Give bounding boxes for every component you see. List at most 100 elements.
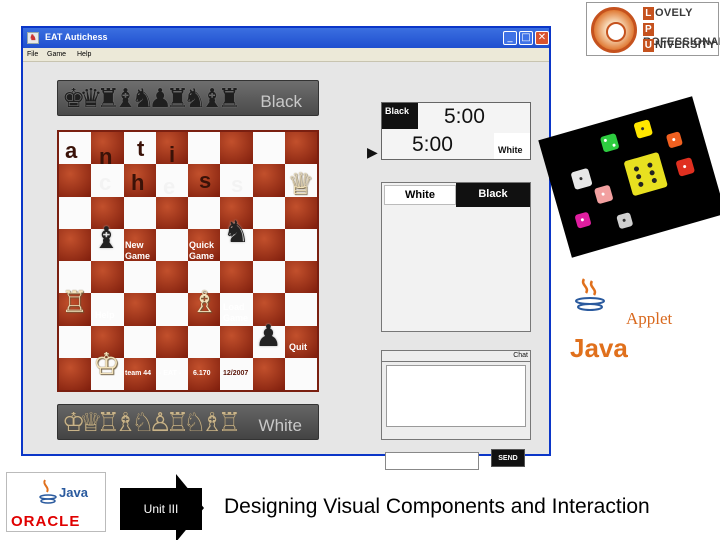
turn-arrow-icon: ▶ [367, 144, 378, 160]
board-square[interactable] [59, 164, 92, 197]
die-icon [593, 184, 614, 205]
applet-text: Applet [626, 309, 673, 328]
oracle-text: ORACLE [11, 513, 81, 530]
white-queen-piece[interactable]: ♕ [287, 170, 314, 200]
new-game-button[interactable]: New Game [125, 240, 157, 262]
title-letter-s1: s [199, 168, 212, 193]
move-list-panel[interactable]: White Black [381, 182, 531, 332]
board-square[interactable] [220, 325, 253, 358]
board-square[interactable] [59, 357, 92, 390]
board-square[interactable] [284, 261, 317, 294]
board-square[interactable] [252, 196, 285, 229]
black-bishop-piece[interactable]: ♝ [93, 224, 120, 254]
board-square[interactable] [252, 132, 285, 165]
board-square[interactable] [91, 261, 124, 294]
board-square[interactable] [123, 196, 156, 229]
chat-panel: Chat [381, 350, 531, 440]
board-square[interactable] [155, 196, 188, 229]
credit-eat: - EAT - [159, 370, 182, 377]
black-knight-piece[interactable]: ♞ [223, 218, 250, 248]
menu-file[interactable]: File [27, 51, 38, 58]
board-square[interactable] [155, 325, 188, 358]
send-button[interactable]: SEND [491, 449, 525, 467]
die-icon [675, 157, 696, 177]
java-small-text: Java [59, 485, 88, 500]
lpu-row-3: U NIVERSITY [643, 39, 716, 52]
black-captured-pieces: ♚♛♜♝♞♟♜♞♝♜ [62, 84, 241, 114]
move-list-white-header: White [384, 185, 456, 205]
die-icon [574, 211, 592, 229]
credit-team: team 44 [125, 370, 152, 377]
move-list-header: White Black [382, 183, 530, 207]
black-time: 5:00 [444, 105, 485, 128]
title-letter-n: n [99, 144, 113, 169]
board-square[interactable] [123, 293, 156, 326]
app-window: ♞ EAT Autichess _ □ ✕ File Game Help ♚♛♜… [21, 26, 551, 470]
board-square[interactable] [59, 196, 92, 229]
board-square[interactable] [252, 261, 285, 294]
board-square[interactable] [155, 293, 188, 326]
move-list-black-header: Black [456, 183, 530, 207]
java-oracle-logo: Java ORACLE [6, 472, 106, 532]
black-pawn-piece[interactable]: ♟ [255, 322, 282, 352]
menu-help[interactable]: Help [77, 51, 91, 58]
slide-title: Designing Visual Components and Interact… [224, 495, 650, 518]
menu-game[interactable]: Game [47, 51, 66, 58]
board-square[interactable] [188, 132, 221, 165]
black-player-bar: ♚♛♜♝♞♟♜♞♝♜ Black [57, 80, 319, 116]
window-title: EAT Autichess [45, 32, 108, 42]
menu-bar: File Game Help [23, 48, 549, 62]
lpu-row-1: L OVELY [643, 7, 693, 20]
white-player-label: White [258, 416, 302, 435]
quit-button[interactable]: Quit [289, 342, 307, 353]
board-square[interactable] [220, 132, 253, 165]
maximize-button[interactable]: □ [519, 31, 533, 45]
quick-game-button[interactable]: Quick Game [189, 240, 223, 262]
board-square[interactable] [220, 261, 253, 294]
board-square[interactable] [123, 261, 156, 294]
credit-course: 6.170 [193, 370, 211, 377]
die-icon [665, 131, 684, 149]
white-player-bar: ♔♕♖♗♘♙♖♘♗♖ White [57, 404, 319, 440]
board-square[interactable] [188, 325, 221, 358]
board-square[interactable] [252, 164, 285, 197]
game-area: ♚♛♜♝♞♟♜♞♝♜ Black a n t i c h e s s ♕ ♝ ♞… [23, 62, 549, 470]
board-square[interactable] [59, 325, 92, 358]
close-button[interactable]: ✕ [535, 31, 549, 45]
board-square[interactable] [155, 228, 188, 261]
clock-black-tag: Black [382, 103, 418, 129]
white-bishop-piece[interactable]: ♗ [191, 288, 218, 318]
minimize-button[interactable]: _ [503, 31, 517, 45]
java-cup-icon [575, 278, 605, 311]
big-die-icon [623, 151, 668, 197]
board-square[interactable] [252, 228, 285, 261]
java-applet-logo: Applet Java [566, 259, 696, 372]
white-captured-pieces: ♔♕♖♗♘♙♖♘♗♖ [62, 408, 241, 438]
board-square[interactable] [188, 196, 221, 229]
white-king-piece[interactable]: ♔ [93, 350, 120, 380]
chess-board[interactable]: a n t i c h e s s ♕ ♝ ♞ ♖ ♗ ♟ ♔ New Game… [57, 130, 319, 392]
chat-log[interactable] [386, 365, 526, 427]
board-square[interactable] [59, 228, 92, 261]
chat-divider [382, 361, 530, 362]
help-button[interactable]: Help [95, 310, 115, 321]
board-square[interactable] [284, 228, 317, 261]
dice-image [538, 96, 720, 258]
board-square[interactable] [284, 132, 317, 165]
white-rook-piece[interactable]: ♖ [61, 288, 88, 318]
board-square[interactable] [284, 293, 317, 326]
board-square[interactable] [123, 325, 156, 358]
die-icon [570, 167, 593, 191]
load-game-button[interactable]: Load Game [223, 302, 255, 324]
title-letter-h: h [131, 170, 145, 195]
title-letter-a: a [65, 138, 78, 163]
title-letter-s2: s [231, 172, 244, 197]
board-square[interactable] [155, 261, 188, 294]
app-icon: ♞ [27, 32, 39, 44]
chat-input[interactable] [385, 452, 479, 470]
clock-white-tag: White [494, 133, 530, 159]
unit-label: Unit III [120, 488, 202, 530]
title-letter-i: i [169, 142, 176, 167]
board-square[interactable] [284, 357, 317, 390]
board-square[interactable] [252, 357, 285, 390]
